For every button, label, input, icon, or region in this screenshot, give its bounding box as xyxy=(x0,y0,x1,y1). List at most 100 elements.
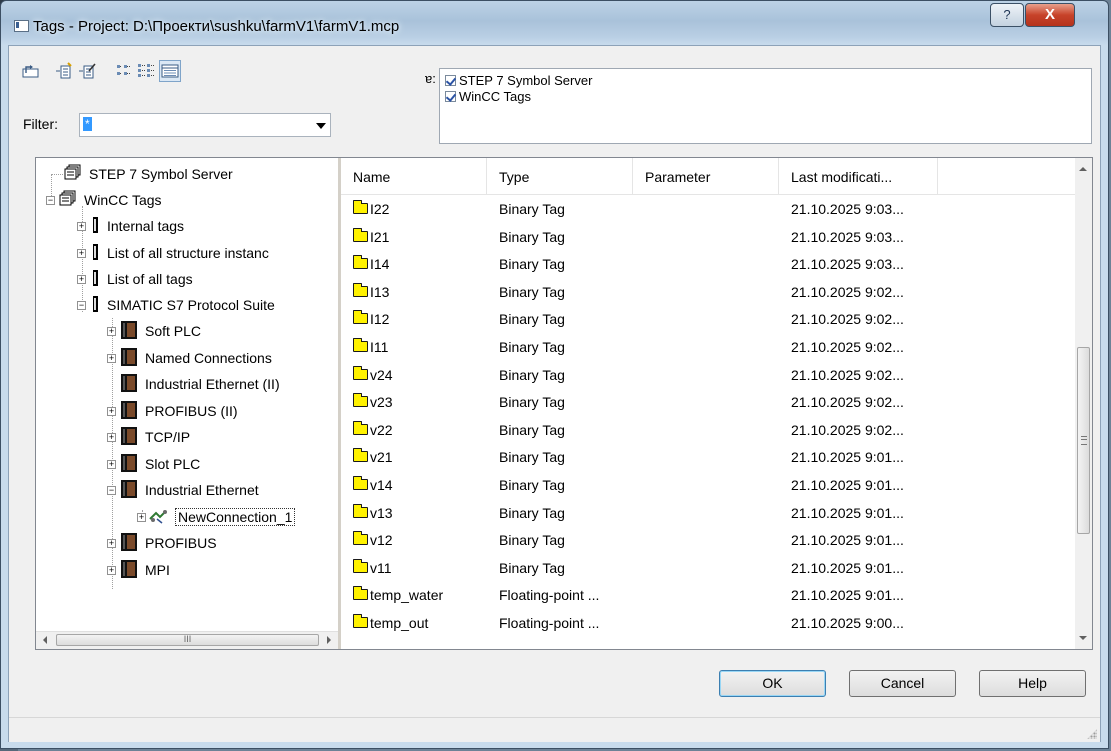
source-item-wincc[interactable]: WinCC Tags xyxy=(445,89,531,104)
expand-icon[interactable]: + xyxy=(77,274,86,284)
filter-combobox[interactable]: * xyxy=(79,113,331,137)
expand-icon[interactable]: + xyxy=(107,538,116,548)
tree-node-profibus-ii[interactable]: + PROFIBUS (II) xyxy=(107,400,240,422)
tree-node-named-connections[interactable]: + Named Connections xyxy=(107,347,274,369)
table-row[interactable]: v14 Binary Tag 21.10.2025 9:01... xyxy=(341,471,1075,498)
tree-node-all-tags[interactable]: + List of all tags xyxy=(77,268,195,290)
scroll-right-icon[interactable] xyxy=(327,636,331,644)
table-row[interactable]: v12 Binary Tag 21.10.2025 9:01... xyxy=(341,526,1075,553)
new-tag-icon[interactable] xyxy=(54,62,74,80)
title-close-button[interactable]: X xyxy=(1025,3,1075,27)
table-row[interactable]: v23 Binary Tag 21.10.2025 9:02... xyxy=(341,388,1075,415)
expand-icon[interactable]: + xyxy=(107,353,116,363)
column-header-type[interactable]: Type xyxy=(487,158,633,194)
tag-folder-icon xyxy=(353,614,368,628)
table-row[interactable]: I12 Binary Tag 21.10.2025 9:02... xyxy=(341,305,1075,332)
tree-node-wincc-tags[interactable]: − WinCC Tags xyxy=(46,189,164,211)
small-icons-view-icon[interactable] xyxy=(115,62,135,80)
tree-node-structure-instances[interactable]: + List of all structure instanc xyxy=(77,242,271,264)
tag-folder-icon xyxy=(353,448,368,463)
tree-node-profibus[interactable]: + PROFIBUS xyxy=(107,532,219,554)
column-header-last-modified[interactable]: Last modificati... xyxy=(779,158,938,194)
expand-icon[interactable]: + xyxy=(107,459,116,469)
tag-folder-icon xyxy=(353,531,368,546)
checkbox-checked-icon[interactable] xyxy=(445,91,456,102)
expand-icon[interactable]: + xyxy=(77,221,86,231)
tree-node-soft-plc[interactable]: + Soft PLC xyxy=(107,320,203,342)
table-row[interactable]: v22 Binary Tag 21.10.2025 9:02... xyxy=(341,416,1075,443)
column-header-name[interactable]: Name xyxy=(341,158,487,194)
tree-node-internal-tags[interactable]: + Internal tags xyxy=(77,215,186,237)
expand-icon[interactable]: + xyxy=(107,326,116,336)
tree-node-step7-symbol-server[interactable]: STEP 7 Symbol Server xyxy=(64,163,235,185)
table-row[interactable]: v24 Binary Tag 21.10.2025 9:02... xyxy=(341,361,1075,388)
tree-node-tcp-ip[interactable]: + TCP/IP xyxy=(107,426,192,448)
table-row[interactable]: temp_out Floating-point ... 21.10.2025 9:0… xyxy=(341,609,1075,636)
cell-name: v24 xyxy=(370,366,393,383)
tree-node-label: TCP/IP xyxy=(145,429,191,445)
tree-node-label: Slot PLC xyxy=(145,456,201,472)
tree-node-industrial-ethernet-ii[interactable]: Industrial Ethernet (II) xyxy=(120,373,282,395)
scroll-up-icon[interactable] xyxy=(1079,167,1087,171)
resize-grip-icon[interactable] xyxy=(1087,729,1097,739)
ok-button[interactable]: OK xyxy=(719,670,826,697)
table-row[interactable]: v21 Binary Tag 21.10.2025 9:01... xyxy=(341,443,1075,470)
column-header-parameter[interactable]: Parameter xyxy=(633,158,779,194)
collapse-icon[interactable]: − xyxy=(46,195,55,205)
list-vertical-scrollbar[interactable] xyxy=(1075,158,1092,649)
tree-node-label: Industrial Ethernet (II) xyxy=(145,376,280,392)
list-view-icon[interactable] xyxy=(137,62,157,80)
expand-icon[interactable]: + xyxy=(77,248,86,258)
scroll-thumb[interactable] xyxy=(1077,347,1090,534)
tree-node-slot-plc[interactable]: + Slot PLC xyxy=(107,453,202,475)
tree-node-label: Soft PLC xyxy=(145,323,202,339)
expand-icon[interactable]: + xyxy=(107,432,116,442)
up-level-icon[interactable] xyxy=(21,62,41,80)
cell-type: Binary Tag xyxy=(499,394,565,411)
dialog-client-area: Filter: * ɐ: STEP 7 Symbol Server WinCC … xyxy=(8,45,1101,742)
expand-icon[interactable]: + xyxy=(107,565,116,575)
table-row[interactable]: I22 Binary Tag 21.10.2025 9:03... xyxy=(341,195,1075,222)
scroll-left-icon[interactable] xyxy=(43,636,47,644)
tag-folder-icon xyxy=(353,282,368,297)
cell-name: v14 xyxy=(370,477,393,493)
cell-last-modified: 21.10.2025 9:02... xyxy=(791,366,904,383)
expand-icon[interactable]: + xyxy=(137,512,146,522)
tree-node-s7-protocol-suite[interactable]: − SIMATIC S7 Protocol Suite xyxy=(77,294,277,316)
channel-unit-icon xyxy=(120,400,138,423)
scroll-down-icon[interactable] xyxy=(1079,636,1087,640)
help-button[interactable]: Help xyxy=(979,670,1086,697)
scroll-thumb[interactable]: III xyxy=(56,634,319,646)
title-bar[interactable]: Tags - Project: D:\Проекти\sushku\farmV1… xyxy=(1,1,1108,41)
title-help-button[interactable]: ? xyxy=(990,3,1024,27)
tree-line xyxy=(51,174,63,175)
tree-horizontal-scrollbar[interactable]: III xyxy=(36,631,338,649)
chevron-down-icon[interactable] xyxy=(316,123,326,129)
table-row[interactable]: v11 Binary Tag 21.10.2025 9:01... xyxy=(341,554,1075,581)
table-row[interactable]: temp_water Floating-point ... 21.10.2025 9… xyxy=(341,581,1075,608)
tag-tree: STEP 7 Symbol Server − WinCC Tags + Inte… xyxy=(36,158,341,649)
table-row[interactable]: I13 Binary Tag 21.10.2025 9:02... xyxy=(341,278,1075,305)
details-view-icon[interactable] xyxy=(159,60,181,82)
cancel-button[interactable]: Cancel xyxy=(849,670,956,697)
collapse-icon[interactable]: − xyxy=(77,300,86,310)
checkbox-checked-icon[interactable] xyxy=(445,75,456,86)
tree-node-mpi[interactable]: + MPI xyxy=(107,559,172,581)
source-item-step7[interactable]: STEP 7 Symbol Server xyxy=(445,73,592,88)
collapse-icon[interactable]: − xyxy=(107,485,116,495)
tree-node-industrial-ethernet[interactable]: − Industrial Ethernet xyxy=(107,479,261,501)
table-row[interactable]: v13 Binary Tag 21.10.2025 9:01... xyxy=(341,499,1075,526)
tree-node-newconnection-1[interactable]: + NewConnection_1 xyxy=(137,506,296,528)
table-row[interactable]: I14 Binary Tag 21.10.2025 9:03... xyxy=(341,250,1075,277)
cell-name: v22 xyxy=(370,421,393,438)
driver-icon xyxy=(92,295,100,316)
cell-type: Binary Tag xyxy=(499,559,565,576)
tag-folder-icon xyxy=(353,420,368,435)
table-row[interactable]: I21 Binary Tag 21.10.2025 9:03... xyxy=(341,223,1075,250)
table-row[interactable]: I11 Binary Tag 21.10.2025 9:02... xyxy=(341,333,1075,360)
expand-icon[interactable]: + xyxy=(107,406,116,416)
tag-folder-icon xyxy=(353,558,368,573)
cell-type: Binary Tag xyxy=(499,283,565,300)
edit-tag-icon[interactable] xyxy=(77,62,97,80)
channel-unit-icon xyxy=(120,559,138,582)
